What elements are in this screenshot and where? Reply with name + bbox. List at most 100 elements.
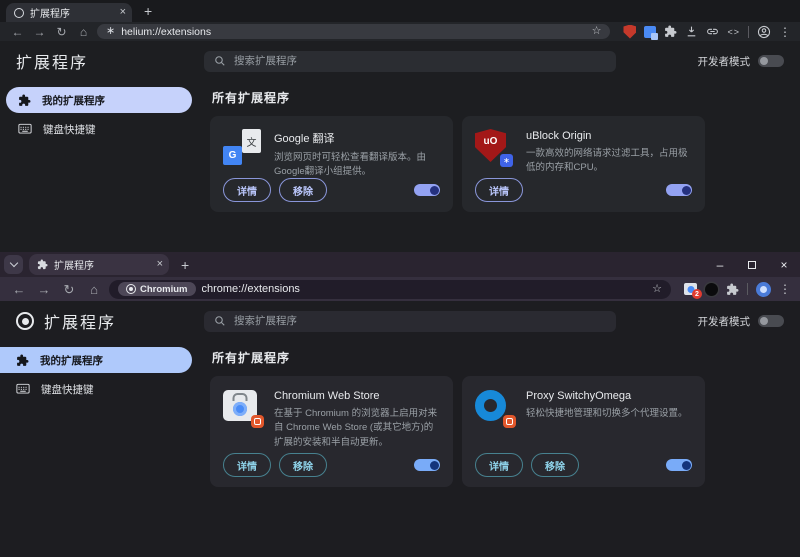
remove-button[interactable]: 移除 [279, 453, 327, 477]
tab-title: 扩展程序 [30, 9, 70, 20]
extension-toggle[interactable] [666, 459, 692, 471]
profile-avatar[interactable] [756, 281, 771, 297]
remove-button[interactable]: 移除 [279, 178, 327, 202]
page-header: 扩展程序 开发者模式 [0, 301, 800, 339]
back-icon[interactable]: ← [9, 26, 26, 38]
translate-page-glyph: 文 [242, 129, 261, 153]
extension-description: 在基于 Chromium 的浏览器上启用对来自 Chrome Web Store… [274, 408, 438, 448]
extension-description: 轻松快捷地管理和切换多个代理设置。 [526, 408, 688, 419]
extension-card-chromium-web-store: Chromium Web Store 在基于 Chromium 的浏览器上启用对… [210, 376, 453, 487]
switchyomega-toolbar-icon[interactable] [705, 282, 718, 296]
translate-toolbar-icon[interactable] [644, 25, 659, 40]
extension-description: 一款高效的网络请求过滤工具，占用极低的内存和CPU。 [526, 148, 688, 174]
forward-icon[interactable]: → [34, 283, 54, 296]
url-text[interactable]: helium://extensions [121, 26, 585, 38]
chromium-logo-icon [126, 284, 136, 294]
page-header: 扩展程序 开发者模式 [0, 41, 800, 79]
toolbar-actions: <> ⋮ [623, 24, 791, 40]
section-title: 所有扩展程序 [212, 351, 291, 365]
home-icon[interactable]: ⌂ [84, 283, 104, 296]
address-bar[interactable]: Chromium chrome://extensions ☆ [109, 279, 671, 299]
details-button[interactable]: 详情 [223, 178, 271, 202]
profile-icon[interactable] [757, 25, 771, 39]
tab-strip: 扩展程序 × + [0, 0, 800, 22]
maximize-icon [748, 260, 756, 269]
chevron-down-icon [9, 258, 18, 268]
extension-name: uBlock Origin [526, 130, 592, 142]
sidebar-item-label: 键盘快捷键 [41, 383, 94, 396]
developer-mode-label: 开发者模式 [697, 315, 751, 328]
proxy-switchyomega-icon [475, 389, 516, 428]
new-tab-button[interactable]: + [181, 258, 189, 272]
url-text[interactable]: chrome://extensions [202, 283, 647, 295]
link-icon[interactable] [706, 25, 719, 38]
sidebar-item-my-extensions[interactable]: 我的扩展程序 [6, 87, 192, 113]
keyboard-icon [16, 383, 30, 394]
developer-mode: 开发者模式 [697, 314, 784, 329]
browser-menu-icon[interactable]: ⋮ [779, 25, 791, 39]
keyboard-icon [18, 123, 32, 134]
page-title: 扩展程序 [44, 315, 117, 332]
extension-toggle[interactable] [414, 184, 440, 196]
tab-extensions[interactable]: 扩展程序 × [6, 3, 132, 22]
search-input[interactable] [234, 55, 606, 67]
extension-name: Chromium Web Store [274, 390, 380, 402]
search-input[interactable] [234, 315, 606, 327]
reload-icon[interactable]: ↻ [59, 283, 79, 296]
extension-card-ublock-origin: uO ∗ uBlock Origin 一款高效的网络请求过滤工具，占用极低的内存… [462, 116, 705, 212]
devtools-code-icon[interactable]: <> [727, 27, 740, 37]
window-controls: – × [704, 252, 800, 277]
sidebar-item-shortcuts[interactable]: 键盘快捷键 [6, 116, 192, 142]
details-button[interactable]: 详情 [475, 453, 523, 477]
tab-search-button[interactable] [4, 255, 23, 274]
ublock-toolbar-icon[interactable] [623, 24, 637, 39]
helium-badge-icon: ∗ [500, 154, 513, 167]
webstore-toolbar-icon[interactable]: 2 [684, 283, 702, 299]
back-icon[interactable]: ← [9, 283, 29, 296]
helium-window: 扩展程序 × + ← → ↻ ⌂ ∗ helium://extensions ☆… [0, 0, 800, 252]
chromium-web-store-icon [223, 389, 264, 428]
maximize-button[interactable] [736, 252, 768, 277]
close-window-button[interactable]: × [768, 252, 800, 277]
sidebar-item-label: 我的扩展程序 [42, 94, 105, 107]
extension-toggle[interactable] [666, 184, 692, 196]
browser-menu-icon[interactable]: ⋮ [779, 282, 791, 296]
tab-extensions[interactable]: 扩展程序 × [29, 254, 169, 275]
extensions-puzzle-icon[interactable] [726, 283, 739, 296]
developer-mode: 开发者模式 [698, 54, 784, 69]
tab-close-icon[interactable]: × [157, 259, 163, 270]
home-icon[interactable]: ⌂ [75, 26, 92, 38]
details-button[interactable]: 详情 [223, 453, 271, 477]
extensions-page: 扩展程序 开发者模式 我的扩展程序 [0, 41, 800, 252]
remove-button[interactable]: 移除 [531, 453, 579, 477]
minimize-button[interactable]: – [704, 252, 736, 277]
translate-g-glyph: G [223, 146, 242, 165]
sidebar-item-shortcuts[interactable]: 键盘快捷键 [0, 376, 192, 402]
bookmark-star-icon[interactable]: ☆ [592, 26, 602, 37]
developer-mode-toggle[interactable] [758, 315, 784, 327]
sidebar: 我的扩展程序 键盘快捷键 [0, 79, 202, 252]
search-box[interactable] [204, 310, 616, 332]
details-button[interactable]: 详情 [475, 178, 523, 202]
extensions-puzzle-icon[interactable] [664, 25, 677, 38]
tab-title: 扩展程序 [54, 261, 94, 272]
reload-icon[interactable]: ↻ [53, 26, 70, 38]
download-icon[interactable] [685, 25, 698, 38]
developer-mode-toggle[interactable] [758, 55, 784, 67]
new-tab-button[interactable]: + [144, 4, 152, 18]
extensions-puzzle-icon [19, 94, 31, 106]
bookmark-star-icon[interactable]: ☆ [652, 283, 662, 295]
google-translate-icon: 文 G [223, 129, 261, 165]
toolbar-separator [747, 283, 748, 295]
site-chip[interactable]: Chromium [118, 282, 196, 296]
extensions-puzzle-favicon [37, 259, 48, 270]
address-bar[interactable]: ∗ helium://extensions ☆ [97, 24, 611, 39]
sidebar-item-label: 键盘快捷键 [43, 123, 96, 136]
search-box[interactable] [204, 50, 616, 72]
sidebar-item-my-extensions[interactable]: 我的扩展程序 [0, 347, 192, 373]
section-title: 所有扩展程序 [212, 91, 291, 105]
forward-icon[interactable]: → [31, 26, 48, 38]
browser-toolbar: ← → ↻ ⌂ Chromium chrome://extensions ☆ 2… [0, 277, 800, 301]
extension-toggle[interactable] [414, 459, 440, 471]
tab-close-icon[interactable]: × [120, 7, 126, 18]
